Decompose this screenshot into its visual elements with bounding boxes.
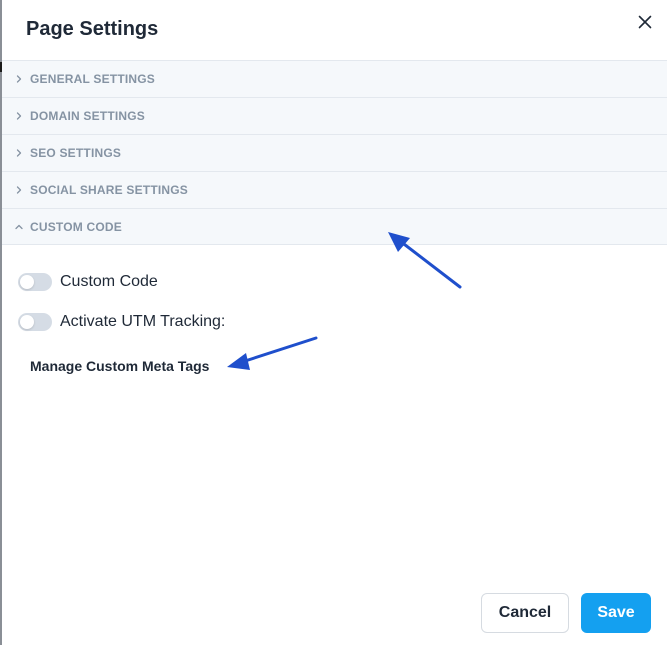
utm-tracking-toggle-row: Activate UTM Tracking:	[18, 313, 225, 331]
chevron-right-icon	[14, 111, 24, 121]
section-label: CUSTOM CODE	[30, 219, 122, 234]
custom-code-toggle-row: Custom Code	[18, 273, 158, 291]
manage-custom-meta-tags-link[interactable]: Manage Custom Meta Tags	[30, 358, 209, 374]
utm-tracking-toggle[interactable]	[18, 313, 52, 331]
chevron-right-icon	[14, 148, 24, 158]
custom-code-label: Custom Code	[60, 273, 158, 290]
dialog-header: Page Settings	[2, 0, 667, 60]
close-button[interactable]	[633, 10, 657, 34]
save-button[interactable]: Save	[581, 593, 651, 633]
section-label: GENERAL SETTINGS	[30, 72, 155, 86]
annotation-arrow-meta-tags	[227, 336, 318, 370]
section-label: DOMAIN SETTINGS	[30, 109, 146, 123]
toggle-knob	[20, 315, 34, 329]
chevron-right-icon	[14, 74, 24, 84]
chevron-up-icon	[14, 222, 24, 232]
section-domain-settings[interactable]: DOMAIN SETTINGS	[2, 97, 667, 134]
section-custom-code[interactable]: CUSTOM CODE	[2, 208, 667, 245]
toggle-knob	[20, 275, 34, 289]
dialog-footer: Cancel Save	[481, 593, 651, 633]
section-general-settings[interactable]: GENERAL SETTINGS	[2, 60, 667, 97]
section-social-share-settings[interactable]: SOCIAL SHARE SETTINGS	[2, 171, 667, 208]
section-label: SEO SETTINGS	[30, 146, 122, 160]
page-settings-dialog: Page Settings GENERAL SETTINGS DOMAIN SE…	[0, 0, 667, 645]
utm-tracking-label: Activate UTM Tracking:	[60, 313, 226, 330]
cancel-button[interactable]: Cancel	[481, 593, 569, 633]
settings-accordion: GENERAL SETTINGS DOMAIN SETTINGS SEO SET…	[2, 60, 667, 245]
section-label: SOCIAL SHARE SETTINGS	[30, 183, 188, 197]
close-icon	[638, 15, 652, 29]
page-title: Page Settings	[26, 18, 159, 40]
section-seo-settings[interactable]: SEO SETTINGS	[2, 134, 667, 171]
chevron-right-icon	[14, 185, 24, 195]
custom-code-toggle[interactable]	[18, 273, 52, 291]
